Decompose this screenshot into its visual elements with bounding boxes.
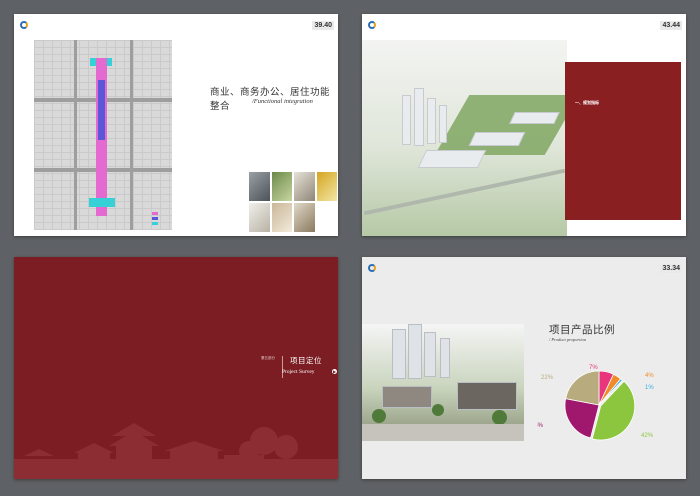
pie-label: 24% xyxy=(537,423,544,429)
spread-functional-integration: 39.40 商业、商务办公、居住功能整合 /Functional integra… xyxy=(14,14,338,236)
panel-heading: 一、规划指标 xyxy=(575,100,599,105)
pie-label: 42% xyxy=(641,433,654,439)
pie-label: 4% xyxy=(645,373,654,379)
company-logo xyxy=(20,21,36,29)
body-text-block xyxy=(190,109,328,139)
spread-project-survey-cover: 第五部分 项目定位 Project Survey ▶ xyxy=(14,257,338,479)
plan-node-south xyxy=(89,198,115,207)
company-logo xyxy=(368,21,384,29)
pie-label: 22% xyxy=(541,375,554,381)
company-logo xyxy=(368,264,384,272)
arrow-right-icon: ▶ xyxy=(332,369,337,374)
section-title-en: / Product proportion xyxy=(549,337,587,342)
map-legend xyxy=(152,212,160,227)
aerial-rendering xyxy=(362,40,580,236)
skyline-silhouette xyxy=(14,423,338,479)
body-text-block xyxy=(190,142,328,168)
section-label: 第五部分 xyxy=(261,356,275,360)
pie-slice xyxy=(565,370,600,406)
street-rendering xyxy=(362,324,524,441)
section-title-en: /Functional integration xyxy=(252,98,313,105)
photo-grid xyxy=(249,172,337,232)
spread-planning-indicators: 43.44 一、规划指标 xyxy=(362,14,686,236)
indicator-panel: 一、规划指标 xyxy=(565,62,681,220)
chart-caption xyxy=(549,345,599,353)
section-title: 项目产品比例 xyxy=(549,324,615,336)
page-number: 33.34 xyxy=(660,264,682,273)
page-number: 39.40 xyxy=(312,21,334,30)
office-core xyxy=(98,80,105,140)
master-plan-map xyxy=(34,40,172,230)
cover-title: 项目定位 xyxy=(290,356,322,365)
pie-label: 7% xyxy=(589,365,598,371)
product-proportion-pie: 7% 4% 1% 42% 24% 22% xyxy=(537,365,654,441)
cover-title-en: Project Survey xyxy=(282,369,315,375)
page-number: 43.44 xyxy=(660,21,682,30)
pie-label: 1% xyxy=(645,385,654,391)
spread-product-proportion: 33.34 项目产品比例 / Product proportion 7% 4% 1%… xyxy=(362,257,686,479)
